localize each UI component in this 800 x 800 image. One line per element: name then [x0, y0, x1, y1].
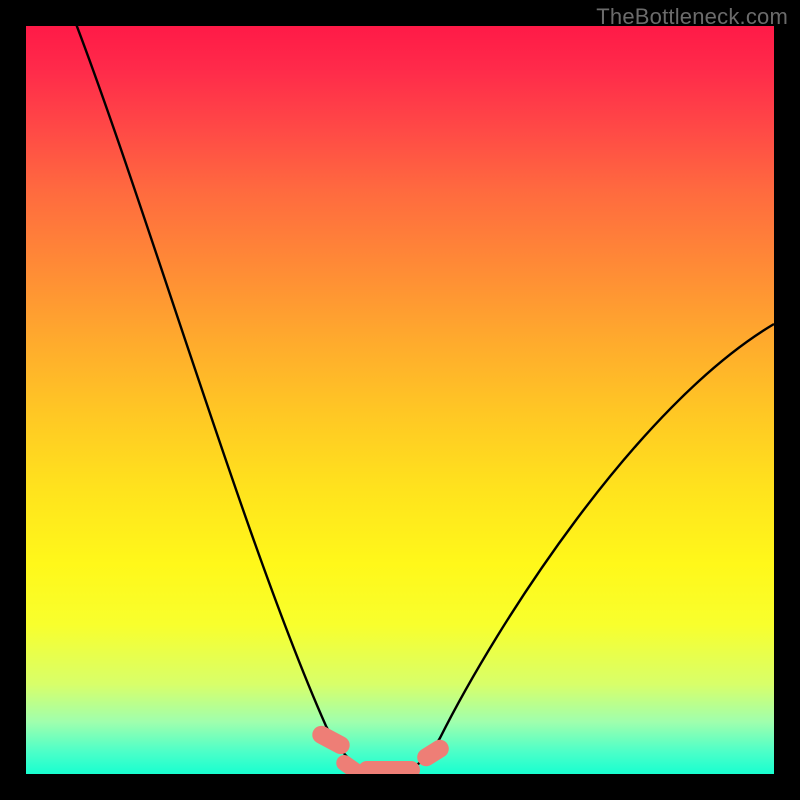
range-marker-flat — [358, 761, 420, 774]
chart-plot-area — [26, 26, 774, 774]
bottleneck-curve-svg — [26, 26, 774, 774]
range-marker-left — [309, 723, 353, 758]
watermark-text: TheBottleneck.com — [596, 4, 788, 30]
range-marker-right — [414, 736, 452, 769]
range-marker-group — [309, 723, 452, 774]
curve-path — [73, 26, 774, 771]
